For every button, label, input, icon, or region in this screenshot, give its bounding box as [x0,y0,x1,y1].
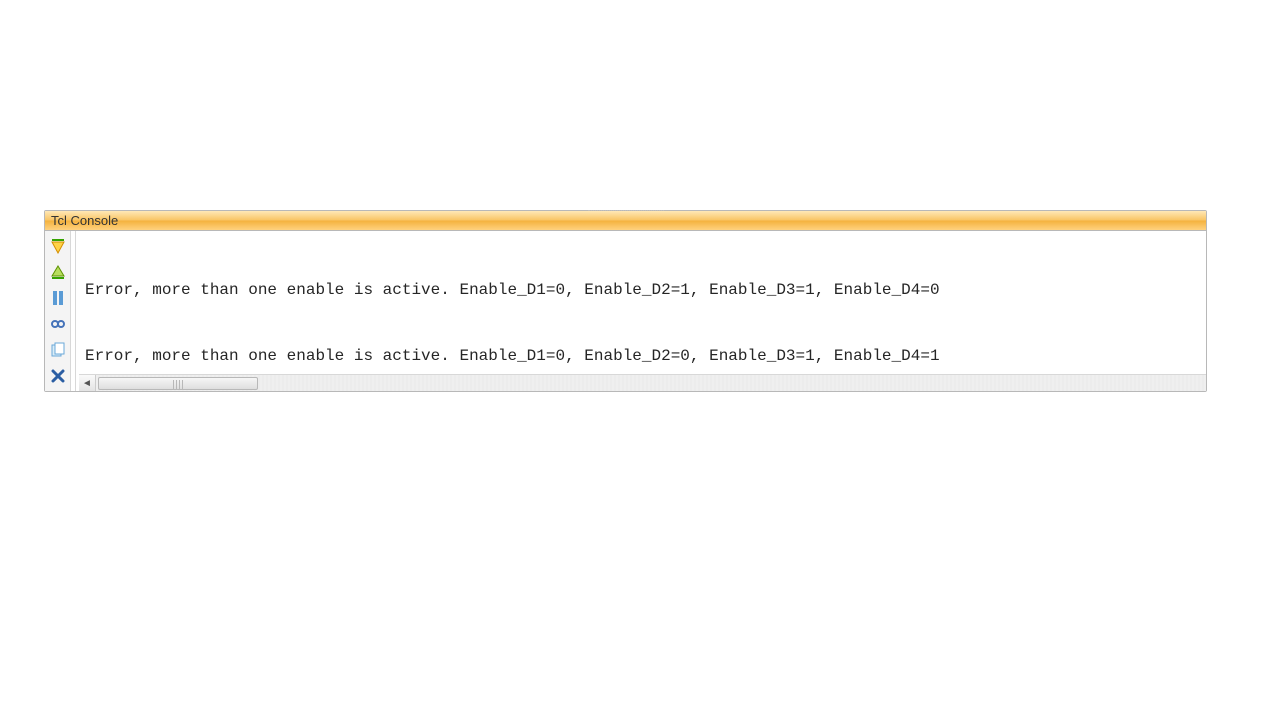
horizontal-scrollbar[interactable]: ◄ [79,374,1206,391]
scroll-thumb[interactable] [98,377,258,390]
pause-icon[interactable] [47,287,69,309]
run-icon[interactable] [47,235,69,257]
console-output: Error, more than one enable is active. E… [79,231,1206,391]
paste-icon[interactable] [47,339,69,361]
console-line: Error, more than one enable is active. E… [85,345,1200,367]
panel-body: Error, more than one enable is active. E… [45,231,1206,391]
link-icon[interactable] [47,313,69,335]
tcl-console-panel: Tcl Console Error, [44,210,1207,392]
divider [75,231,76,391]
panel-title-bar[interactable]: Tcl Console [45,211,1206,231]
console-sidebar [45,231,71,391]
run-to-icon[interactable] [47,261,69,283]
clear-icon[interactable] [47,365,69,387]
console-line: Error, more than one enable is active. E… [85,279,1200,301]
console-scroll-area[interactable]: Error, more than one enable is active. E… [79,231,1206,391]
scroll-left-icon[interactable]: ◄ [79,375,96,392]
scroll-track[interactable] [96,375,1206,392]
panel-title: Tcl Console [51,213,118,228]
